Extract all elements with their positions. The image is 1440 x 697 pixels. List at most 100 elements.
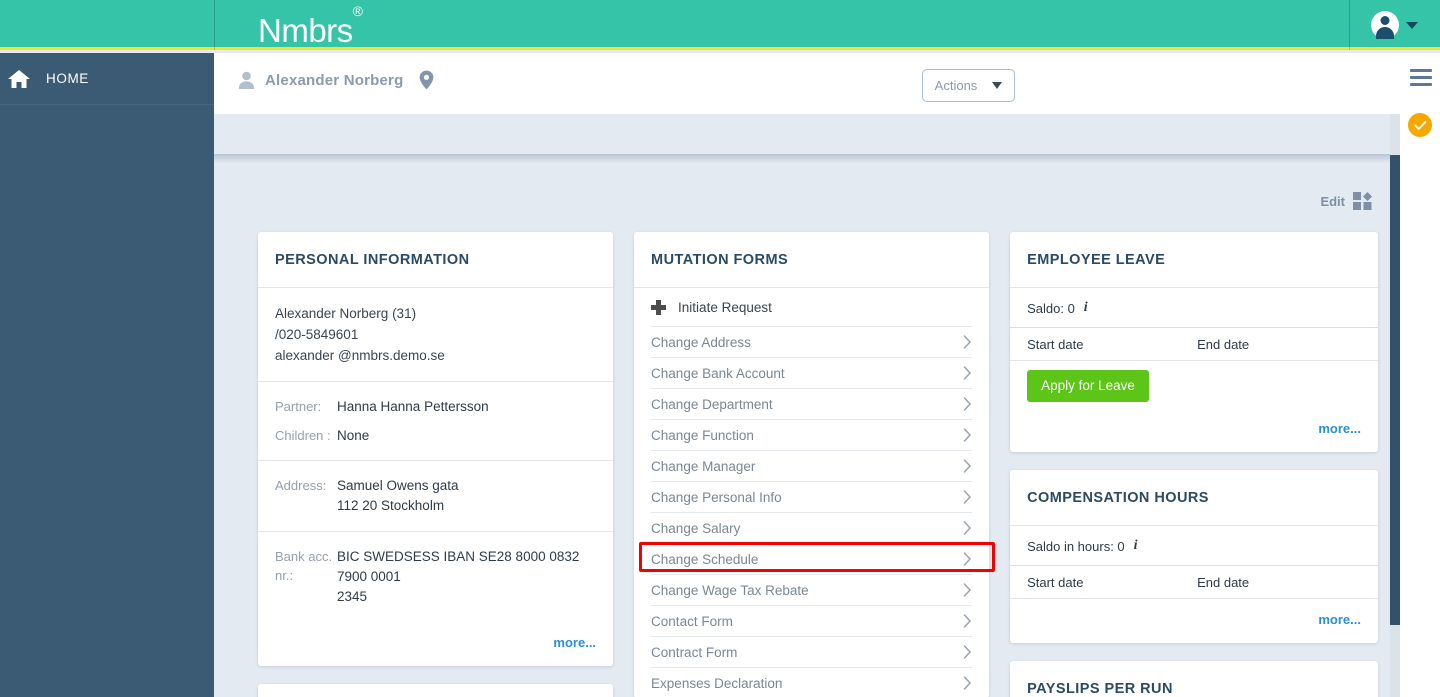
mutation-form-item[interactable]: Change Department (651, 388, 973, 419)
mutation-form-item[interactable]: Change Schedule (651, 543, 973, 574)
mutation-form-item[interactable]: Change Bank Account (651, 357, 973, 388)
mutation-form-item[interactable]: Change Salary (651, 512, 973, 543)
personal-address-row: Address: Samuel Owens gata 112 20 Stockh… (275, 471, 596, 521)
mutation-form-item[interactable]: Change Function (651, 419, 973, 450)
chevron-right-icon (963, 428, 972, 442)
bank-label-line-1: Bank acc. (275, 549, 333, 564)
left-sidebar: HOME (0, 53, 214, 697)
actions-dropdown-button[interactable]: Actions (922, 69, 1015, 102)
field-label: Partner: (275, 399, 322, 414)
personal-name-age: Alexander Norberg (31) (275, 306, 417, 321)
app-logo: Nmbrs® (258, 3, 363, 50)
comp-saldo-label: Saldo in hours: 0 (1027, 538, 1125, 554)
apply-for-leave-button[interactable]: Apply for Leave (1027, 370, 1149, 402)
initiate-request-button[interactable]: Initiate Request (634, 288, 989, 326)
mutation-form-label: Contact Form (651, 613, 733, 629)
card-body: Saldo in hours: 0 i Start date End date … (1010, 526, 1378, 643)
mutation-form-item[interactable]: Change Address (651, 326, 973, 357)
mutation-form-label: Change Schedule (651, 551, 759, 567)
breadcrumb-bar: Alexander Norberg Actions (214, 53, 1400, 114)
info-icon[interactable]: i (1084, 300, 1088, 316)
field-value: BIC SWEDSESS IBAN SE28 8000 0832 7900 00… (337, 547, 587, 607)
personal-bank-row: Bank acc. nr.: BIC SWEDSESS IBAN SE28 80… (275, 542, 596, 612)
check-circle-icon[interactable] (1408, 113, 1432, 137)
chevron-right-icon (963, 490, 972, 504)
comp-date-header: Start date End date (1010, 566, 1378, 599)
dashboard-column-middle: MUTATION FORMS Initiate Request Change A… (634, 232, 990, 697)
mutation-forms-list: Change Address Change Bank Account Change … (634, 326, 989, 697)
field-label: Address: (275, 478, 327, 493)
mutation-form-item[interactable]: Contract Form (651, 636, 973, 667)
mutation-form-label: Change Wage Tax Rebate (651, 582, 809, 598)
bank-value-line-2: 2345 (337, 589, 368, 604)
logo-registered-mark: ® (352, 3, 363, 19)
chevron-right-icon (963, 676, 972, 690)
card-employee-leave: EMPLOYEE LEAVE Saldo: 0 i Start date End… (1010, 232, 1378, 452)
user-menu-button[interactable] (1371, 11, 1418, 39)
card-body: Initiate Request Change Address Change Ba… (634, 288, 989, 697)
card-compensation-hours: COMPENSATION HOURS Saldo in hours: 0 i S… (1010, 470, 1378, 643)
comp-more-row: more... (1010, 599, 1378, 643)
chevron-down-icon (1406, 21, 1418, 29)
edit-dashboard-button[interactable]: Edit (1320, 192, 1373, 210)
mutation-form-item[interactable]: Change Personal Info (651, 481, 973, 512)
mutation-form-label: Contract Form (651, 644, 738, 660)
hamburger-bar (1410, 69, 1432, 72)
page-title: COMPENSATION HOURS (1027, 489, 1209, 506)
leave-date-header: Start date End date (1010, 328, 1378, 361)
logo-text: Nmbrs (258, 12, 353, 49)
info-icon[interactable]: i (1134, 538, 1138, 554)
leave-saldo-row: Saldo: 0 i (1010, 288, 1378, 328)
personal-partner-row: Partner: Hanna Hanna Pettersson (275, 392, 596, 421)
content-top-shadow (214, 154, 1400, 163)
chevron-right-icon (963, 366, 972, 380)
app-root: Nmbrs® HOME Alexander Norberg Actions Ed… (0, 0, 1440, 697)
bank-label-line-2: nr.: (275, 568, 294, 583)
column-header-end-date: End date (1197, 337, 1250, 352)
personal-summary-block: Alexander Norberg (31) /020-5849601 alex… (258, 288, 614, 382)
chevron-right-icon (963, 583, 972, 597)
leave-action-row: Apply for Leave (1010, 361, 1378, 408)
card-time-registration: TIME REGISTRATION Time Registration (258, 684, 614, 697)
sidebar-item-home[interactable]: HOME (0, 53, 214, 105)
card-header: MUTATION FORMS (634, 232, 990, 288)
more-link[interactable]: more... (553, 635, 596, 650)
mutation-form-label: Expenses Declaration (651, 675, 783, 691)
mutation-form-item[interactable]: Change Wage Tax Rebate (651, 574, 973, 605)
card-header: PERSONAL INFORMATION (258, 232, 614, 288)
card-header: COMPENSATION HOURS (1010, 470, 1378, 526)
mutation-form-label: Change Bank Account (651, 365, 785, 381)
user-circle-icon (1371, 11, 1399, 39)
top-bar: Nmbrs® (0, 0, 1440, 50)
dashboard-columns: PERSONAL INFORMATION Alexander Norberg (… (258, 232, 1378, 697)
mutation-form-label: Change Personal Info (651, 489, 782, 505)
personal-email: alexander @nmbrs.demo.se (275, 348, 445, 363)
hamburger-bar (1410, 83, 1432, 86)
leave-more-row: more... (1010, 408, 1378, 452)
hamburger-menu-icon[interactable] (1410, 69, 1432, 90)
leave-saldo-label: Saldo: 0 (1027, 300, 1075, 316)
chevron-right-icon (963, 521, 972, 535)
hamburger-bar (1410, 76, 1432, 79)
mutation-form-item[interactable]: Contact Form (651, 605, 973, 636)
field-value: Samuel Owens gata 112 20 Stockholm (337, 476, 459, 516)
field-value: None (337, 428, 370, 443)
chevron-right-icon (963, 614, 972, 628)
card-header: PAYSLIPS PER RUN (1010, 661, 1378, 697)
more-link[interactable]: more... (1318, 612, 1361, 627)
comp-saldo-row: Saldo in hours: 0 i (1010, 526, 1378, 566)
more-link[interactable]: more... (1318, 421, 1361, 436)
breadcrumb: Alexander Norberg (238, 70, 434, 90)
caret-down-icon (992, 82, 1003, 89)
chevron-right-icon (963, 335, 972, 349)
employee-name: Alexander Norberg (265, 71, 404, 89)
mutation-form-item[interactable]: Expenses Declaration (651, 667, 973, 697)
mutation-form-item[interactable]: Change Manager (651, 450, 973, 481)
personal-phone: /020-5849601 (275, 327, 359, 342)
column-header-start-date: Start date (1027, 575, 1084, 590)
address-line-1: Samuel Owens gata (337, 478, 459, 493)
map-pin-icon[interactable] (419, 70, 434, 90)
mutation-form-label: Change Department (651, 396, 773, 412)
page-title: PERSONAL INFORMATION (275, 251, 470, 268)
vertical-scrollbar-thumb[interactable] (1390, 155, 1400, 625)
